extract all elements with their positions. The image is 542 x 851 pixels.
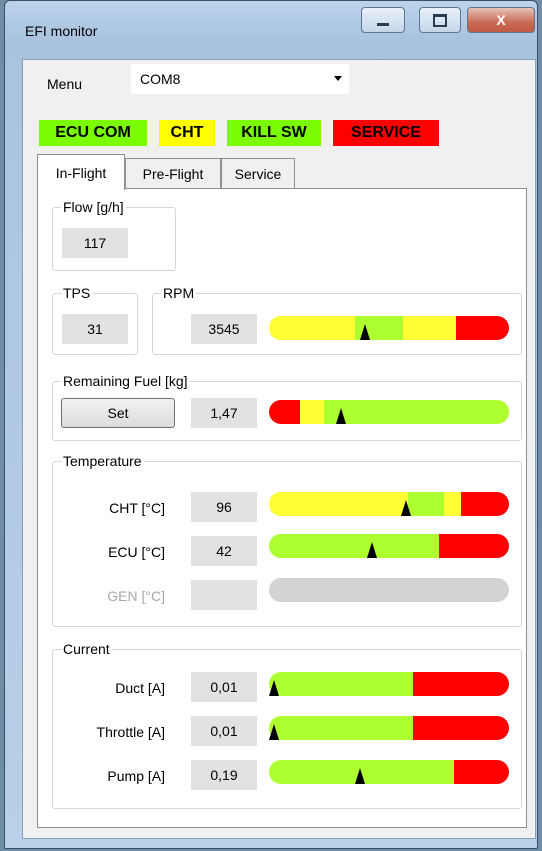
gen-temp-value: [191, 580, 257, 610]
gauge-needle-icon: [355, 768, 366, 784]
gauge-needle-icon: [268, 680, 279, 696]
tab-pre-flight[interactable]: Pre-Flight: [125, 158, 221, 188]
gauge-segment: [439, 534, 509, 558]
flow-label: Flow [g/h]: [61, 199, 126, 215]
tps-group: TPS 31: [52, 285, 138, 355]
rpm-gauge: [269, 316, 509, 340]
gen-temp-gauge: [269, 578, 509, 602]
pump-gauge: [269, 760, 509, 784]
close-button[interactable]: X: [467, 7, 535, 33]
cht-label: CHT [°C]: [109, 500, 165, 516]
in-flight-panel: Flow [g/h] 117 TPS 31 RPM 3545 Remaining…: [37, 188, 527, 828]
ecu-temp-gauge: [269, 534, 509, 558]
gauge-needle-icon: [336, 408, 346, 424]
status-service: SERVICE: [333, 120, 439, 146]
tab-service-label: Service: [234, 165, 282, 182]
gauge-needle-icon: [367, 542, 378, 558]
gauge-segment: [460, 492, 509, 516]
tab-in-flight[interactable]: In-Flight: [37, 154, 125, 190]
status-service-label: SERVICE: [351, 124, 421, 141]
tab-pre-flight-label: Pre-Flight: [142, 165, 204, 182]
tab-in-flight-label: In-Flight: [55, 164, 107, 181]
ecu-temp-label: ECU [°C]: [108, 544, 165, 560]
gauge-segment: [269, 492, 409, 516]
gauge-segment: [269, 716, 413, 740]
status-ecu-com: ECU COM: [39, 120, 147, 146]
tps-value: 31: [62, 314, 128, 344]
gauge-segment: [269, 534, 440, 558]
fuel-label: Remaining Fuel [kg]: [61, 373, 190, 389]
throttle-label: Throttle [A]: [96, 724, 165, 740]
gauge-segment: [269, 400, 301, 424]
gauge-segment: [269, 316, 356, 340]
gauge-segment: [456, 316, 509, 340]
duct-gauge: [269, 672, 509, 696]
duct-value: 0,01: [191, 672, 257, 702]
status-ecu-com-label: ECU COM: [55, 124, 131, 141]
gauge-needle-icon: [268, 724, 279, 740]
pump-label: Pump [A]: [107, 768, 165, 784]
port-select[interactable]: COM8: [131, 64, 349, 94]
menu-label: Menu: [47, 76, 83, 92]
set-fuel-button-label: Set: [107, 405, 129, 421]
client-area: Menu COM8 ECU COM CHT KILL SW SERVICE In…: [22, 59, 536, 839]
minimize-button[interactable]: [361, 7, 405, 33]
close-icon: X: [496, 12, 506, 28]
gauge-segment: [403, 316, 457, 340]
current-group: Current Duct [A] 0,01 Throttle [A] 0,01 …: [52, 641, 522, 809]
gauge-segment: [413, 716, 509, 740]
ecu-temp-value: 42: [191, 536, 257, 566]
flow-group: Flow [g/h] 117: [52, 199, 176, 271]
gauge-segment: [413, 672, 509, 696]
rpm-label: RPM: [161, 285, 197, 301]
set-fuel-button[interactable]: Set: [61, 398, 175, 428]
gauge-segment: [453, 760, 509, 784]
pump-value: 0,19: [191, 760, 257, 790]
tps-label: TPS: [61, 285, 93, 301]
cht-value: 96: [191, 492, 257, 522]
throttle-gauge: [269, 716, 509, 740]
port-value: COM8: [140, 71, 181, 87]
maximize-icon: [433, 13, 447, 27]
gauge-segment: [444, 492, 461, 516]
fuel-group: Remaining Fuel [kg] Set 1,47: [52, 373, 522, 441]
gauge-needle-icon: [400, 500, 411, 516]
fuel-value: 1,47: [191, 398, 257, 428]
tab-service[interactable]: Service: [221, 158, 295, 188]
chevron-down-icon: [334, 76, 342, 81]
flow-value: 117: [62, 228, 128, 258]
gauge-segment: [269, 578, 509, 602]
gauge-segment: [269, 672, 413, 696]
app-window: EFI monitor X Menu COM8 ECU COM CHT KILL…: [4, 0, 538, 849]
temperature-group: Temperature CHT [°C] 96 ECU [°C] 42 GEN …: [52, 453, 522, 627]
gauge-segment: [408, 492, 445, 516]
gauge-needle-icon: [360, 324, 370, 340]
status-cht: CHT: [159, 120, 215, 146]
minimize-icon: [377, 22, 389, 26]
status-kill-sw: KILL SW: [227, 120, 321, 146]
temperature-label: Temperature: [61, 453, 144, 469]
current-label: Current: [61, 641, 112, 657]
gauge-segment: [324, 400, 509, 424]
throttle-value: 0,01: [191, 716, 257, 746]
gen-temp-label: GEN [°C]: [107, 588, 165, 604]
maximize-button[interactable]: [419, 7, 461, 33]
rpm-value: 3545: [191, 314, 257, 344]
rpm-group: RPM 3545: [152, 285, 522, 355]
duct-label: Duct [A]: [115, 680, 165, 696]
window-title: EFI monitor: [25, 23, 98, 39]
fuel-gauge: [269, 400, 509, 424]
status-kill-sw-label: KILL SW: [241, 124, 307, 141]
gauge-segment: [300, 400, 325, 424]
cht-gauge: [269, 492, 509, 516]
status-cht-label: CHT: [170, 124, 204, 141]
